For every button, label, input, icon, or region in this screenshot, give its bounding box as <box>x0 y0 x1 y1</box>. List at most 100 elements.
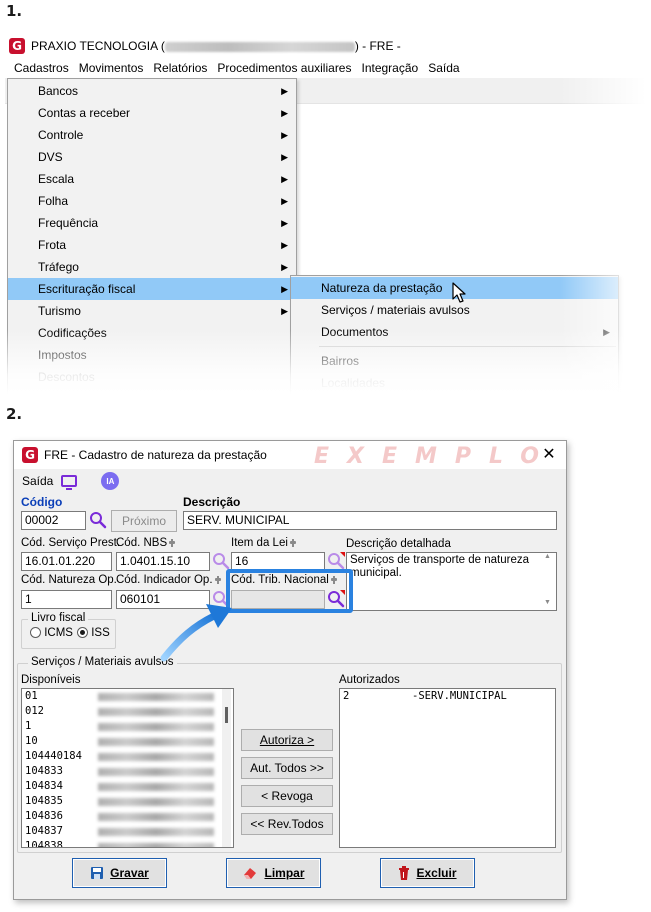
proximo-button[interactable]: Próximo <box>111 510 177 532</box>
menu-item-dvs[interactable]: DVS ▶ <box>8 146 296 168</box>
autorizados-list[interactable]: 2 -SERV.MUNICIPAL <box>339 688 556 848</box>
menu-item-frequencia[interactable]: Frequência ▶ <box>8 212 296 234</box>
search-icon[interactable] <box>212 552 230 570</box>
menu-item-descontos[interactable]: Descontos <box>8 366 296 388</box>
menu-item-contas-receber[interactable]: Contas a receber ▶ <box>8 102 296 124</box>
list-item[interactable]: 2 -SERV.MUNICIPAL <box>340 689 555 704</box>
menu-item-label: Contas a receber <box>38 106 131 120</box>
list-item[interactable]: 10 <box>22 734 233 749</box>
list-item[interactable]: 104440184 <box>22 749 233 764</box>
menu-item-label: Frota <box>38 238 67 252</box>
menu-procedimentos[interactable]: Procedimentos auxiliares <box>212 58 356 78</box>
submenu-arrow-icon: ▶ <box>281 130 288 140</box>
ia-assistant-icon[interactable]: IA <box>101 472 120 490</box>
radio-iss[interactable]: ISS <box>77 627 110 639</box>
menu-integracao[interactable]: Integração <box>356 58 423 78</box>
save-icon <box>91 867 104 879</box>
cod-natureza-label: Cód. Natureza Op. <box>21 574 117 586</box>
list-item[interactable]: 104834 <box>22 779 233 794</box>
item-lei-label-wrap: Item da Lei <box>231 537 296 549</box>
menu-relatorios[interactable]: Relatórios <box>148 58 212 78</box>
codigo-label: Código <box>21 495 63 509</box>
close-icon[interactable]: ✕ <box>538 444 560 466</box>
codigo-input[interactable]: 00002 <box>21 511 86 530</box>
list-item[interactable]: 104833 <box>22 764 233 779</box>
search-icon[interactable] <box>327 552 345 570</box>
redacted-text <box>98 753 214 761</box>
descricao-input[interactable]: SERV. MUNICIPAL <box>183 511 557 530</box>
radio-selected-icon[interactable] <box>77 627 88 639</box>
app-title: PRAXIO TECNOLOGIA () - FRE - <box>31 39 401 53</box>
excluir-label: Excluir <box>416 866 457 880</box>
screenshot-menu-navigation: G PRAXIO TECNOLOGIA () - FRE - Cadastros… <box>5 34 646 394</box>
submenu-arrow-icon: ▶ <box>281 196 288 206</box>
radio-icms[interactable]: ICMS <box>30 627 73 639</box>
menu-cadastros[interactable]: Cadastros <box>9 58 74 78</box>
list-item-code: 1 <box>25 720 32 732</box>
revoga-button[interactable]: < Revoga <box>241 785 333 807</box>
submenu-arrow-icon: ▶ <box>281 174 288 184</box>
list-item[interactable]: 104835 <box>22 794 233 809</box>
cod-natureza-input[interactable]: 1 <box>21 590 112 609</box>
list-item[interactable]: 01 <box>22 689 233 704</box>
menu-saida[interactable]: Saída <box>423 58 464 78</box>
gravar-button[interactable]: Gravar <box>72 858 167 888</box>
desc-detalhada-textarea[interactable]: Serviços de transporte de natureza munic… <box>346 552 557 611</box>
disponiveis-list[interactable]: 01 012 1 10 104440184 104833 104834 1048… <box>21 688 234 848</box>
menu-item-trafego[interactable]: Tráfego ▶ <box>8 256 296 278</box>
excluir-button[interactable]: Excluir <box>380 858 475 888</box>
cod-indicador-label-wrap: Cód. Indicador Op. <box>116 574 221 586</box>
autoriza-button[interactable]: Autoriza > <box>241 729 333 751</box>
aut-todos-button[interactable]: Aut. Todos >> <box>241 757 333 779</box>
gravar-label: Gravar <box>110 866 149 880</box>
menu-item-escrituracao-fiscal[interactable]: Escrituração fiscal ▶ <box>8 278 296 300</box>
limpar-button[interactable]: Limpar <box>226 858 321 888</box>
menu-item-escala[interactable]: Escala ▶ <box>8 168 296 190</box>
menu-item-folha[interactable]: Folha ▶ <box>8 190 296 212</box>
list-item[interactable]: 104838 <box>22 839 233 848</box>
pin-icon <box>169 538 176 547</box>
list-item-code: 104838 <box>25 840 63 848</box>
menu-item-frota[interactable]: Frota ▶ <box>8 234 296 256</box>
redacted-cnpj <box>164 41 355 52</box>
desc-detalhada-label: Descrição detalhada <box>346 538 451 550</box>
menu-item-localidades[interactable]: Localidades <box>291 372 618 394</box>
menu-movimentos[interactable]: Movimentos <box>74 58 149 78</box>
redacted-text <box>98 738 214 746</box>
search-icon[interactable] <box>89 511 107 529</box>
rev-todos-button[interactable]: << Rev.Todos <box>241 813 333 835</box>
scrollbar-thumb[interactable] <box>225 707 228 723</box>
menu-item-turismo[interactable]: Turismo ▶ <box>8 300 296 322</box>
list-item[interactable]: 1 <box>22 719 233 734</box>
cod-nbs-input[interactable]: 1.0401.15.10 <box>116 552 210 571</box>
submenu-arrow-icon: ▶ <box>281 152 288 162</box>
scroll-up-icon[interactable]: ▲ <box>544 553 551 560</box>
radio-icon[interactable] <box>30 627 41 639</box>
disponiveis-scrollbar[interactable] <box>222 689 231 847</box>
list-item[interactable]: 104837 <box>22 824 233 839</box>
list-item[interactable]: 012 <box>22 704 233 719</box>
submenu-arrow-icon: ▶ <box>281 218 288 228</box>
menu-item-controle[interactable]: Controle ▶ <box>8 124 296 146</box>
redacted-text <box>98 708 214 716</box>
menu-item-bancos[interactable]: Bancos ▶ <box>8 80 296 102</box>
redacted-text <box>98 828 214 836</box>
monitor-icon[interactable] <box>61 475 78 490</box>
scroll-down-icon[interactable]: ▼ <box>544 599 551 606</box>
submenu-arrow-icon: ▶ <box>281 262 288 272</box>
trash-icon <box>399 866 410 880</box>
servicos-group-label: Serviços / Materiais avulsos <box>28 656 177 668</box>
menu-item-codificacoes[interactable]: Codificações <box>8 322 296 344</box>
cod-servico-input[interactable]: 16.01.01.220 <box>21 552 112 571</box>
list-item[interactable]: 104836 <box>22 809 233 824</box>
menu-item-label: Controle <box>38 128 84 142</box>
app-title-prefix: PRAXIO TECNOLOGIA ( <box>31 39 165 53</box>
menu-item-label: Folha <box>38 194 69 208</box>
menu-item-label: Frequência <box>38 216 99 230</box>
menu-item-bairros[interactable]: Bairros <box>291 350 618 372</box>
menu-item-documentos[interactable]: Documentos ▶ <box>291 321 618 343</box>
menu-item-impostos[interactable]: Impostos <box>8 344 296 366</box>
window-title: FRE - Cadastro de natureza da prestação <box>44 448 267 462</box>
autoriza-button-label: Autoriza > <box>259 733 315 747</box>
saida-button[interactable]: Saída <box>22 474 53 488</box>
